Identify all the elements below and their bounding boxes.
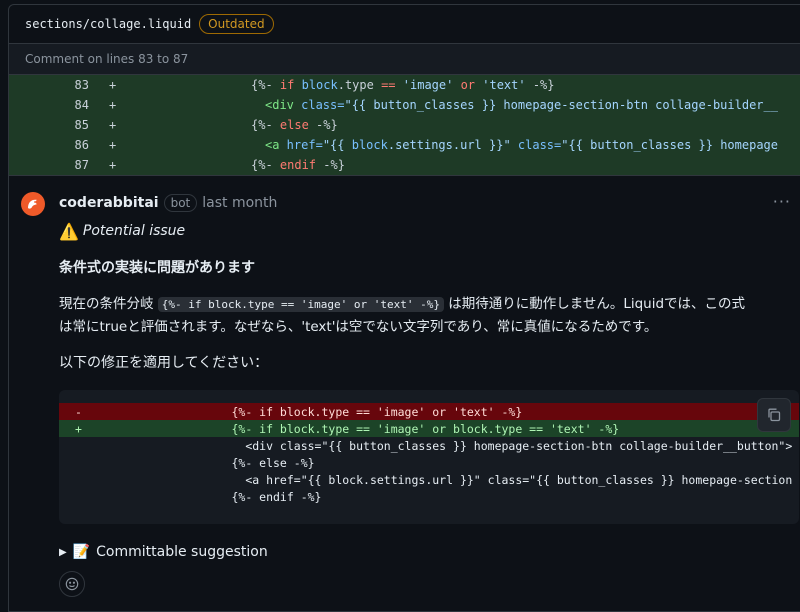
diff-code: <div class="{{ button_classes }} homepag… — [265, 98, 778, 112]
review-comment: ··· coderabbitai bot last month ⚠️ Poten… — [9, 176, 800, 597]
diff-sign: + — [109, 138, 117, 152]
line-number[interactable]: 87 — [9, 158, 99, 172]
bot-badge: bot — [163, 194, 198, 212]
suggestion-removed-line: - {%- if block.type == 'image' or 'text'… — [59, 403, 799, 420]
comment-instruction: 以下の修正を適用してください： — [59, 355, 269, 371]
suggestion-context-line: <div class="{{ button_classes }} homepag… — [93, 438, 793, 453]
comment-heading: 条件式の実装に問題があります — [59, 260, 255, 276]
diff-row: 84 + <div class="{{ button_classes }} ho… — [9, 95, 800, 115]
line-number[interactable]: 83 — [9, 78, 99, 92]
warning-icon: ⚠️ — [59, 221, 79, 241]
diff-code: <a href="{{ block.settings.url }}" class… — [265, 138, 778, 152]
line-number[interactable]: 85 — [9, 118, 99, 132]
line-number[interactable]: 86 — [9, 138, 99, 152]
inline-code: {%- if block.type == 'image' or 'text' -… — [157, 297, 444, 312]
suggestion-context-line: {%- else -%} — [93, 455, 315, 470]
suggestion-context-line: {%- endif -%} — [93, 489, 322, 504]
file-path[interactable]: sections/collage.liquid — [25, 17, 191, 31]
memo-icon: 📝 — [72, 544, 91, 560]
potential-issue: ⚠️ Potential issue — [59, 221, 800, 241]
diff-row: 83 + {%- if block.type == 'image' or 'te… — [9, 75, 800, 95]
diff-sign: + — [109, 118, 117, 132]
author-name[interactable]: coderabbitai — [59, 195, 159, 211]
copy-icon[interactable] — [757, 398, 791, 432]
diff-row: 87 + {%- endif -%} — [9, 155, 800, 175]
committable-label: Committable suggestion — [96, 544, 268, 560]
review-thread: sections/collage.liquid Outdated Comment… — [8, 4, 800, 612]
outdated-badge: Outdated — [199, 14, 274, 34]
diff-row: 86 + <a href="{{ block.settings.url }}" … — [9, 135, 800, 155]
committable-suggestion-toggle[interactable]: ▶ 📝 Committable suggestion — [59, 542, 800, 562]
suggestion-context-line: <a href="{{ block.settings.url }}" class… — [93, 472, 793, 487]
diff-sign: + — [109, 78, 117, 92]
suggestion-added-line: + {%- if block.type == 'image' or block.… — [59, 420, 799, 437]
timestamp[interactable]: last month — [202, 195, 277, 211]
more-options-icon[interactable]: ··· — [773, 192, 791, 211]
line-number[interactable]: 84 — [9, 98, 99, 112]
potential-issue-label: Potential issue — [82, 223, 186, 239]
comment-on-lines: Comment on lines 83 to 87 — [9, 43, 800, 74]
diff-excerpt: 83 + {%- if block.type == 'image' or 'te… — [9, 74, 800, 176]
diff-row: 85 + {%- else -%} — [9, 115, 800, 135]
suggestion-diff: - {%- if block.type == 'image' or 'text'… — [59, 390, 799, 524]
diff-sign: + — [109, 158, 117, 172]
diff-code: {%- else -%} — [251, 118, 338, 132]
diff-sign: + — [109, 98, 117, 112]
coderabbit-avatar[interactable] — [21, 192, 45, 216]
file-header: sections/collage.liquid Outdated — [9, 5, 800, 43]
diff-code: {%- endif -%} — [251, 158, 345, 172]
diff-code: {%- if block.type == 'image' or 'text' -… — [251, 78, 555, 92]
smiley-icon[interactable] — [59, 571, 85, 597]
comment-paragraph: 現在の条件分岐 {%- if block.type == 'image' or … — [59, 296, 746, 335]
disclosure-triangle-icon: ▶ — [59, 546, 67, 558]
comment-header: coderabbitai bot last month — [59, 192, 800, 214]
